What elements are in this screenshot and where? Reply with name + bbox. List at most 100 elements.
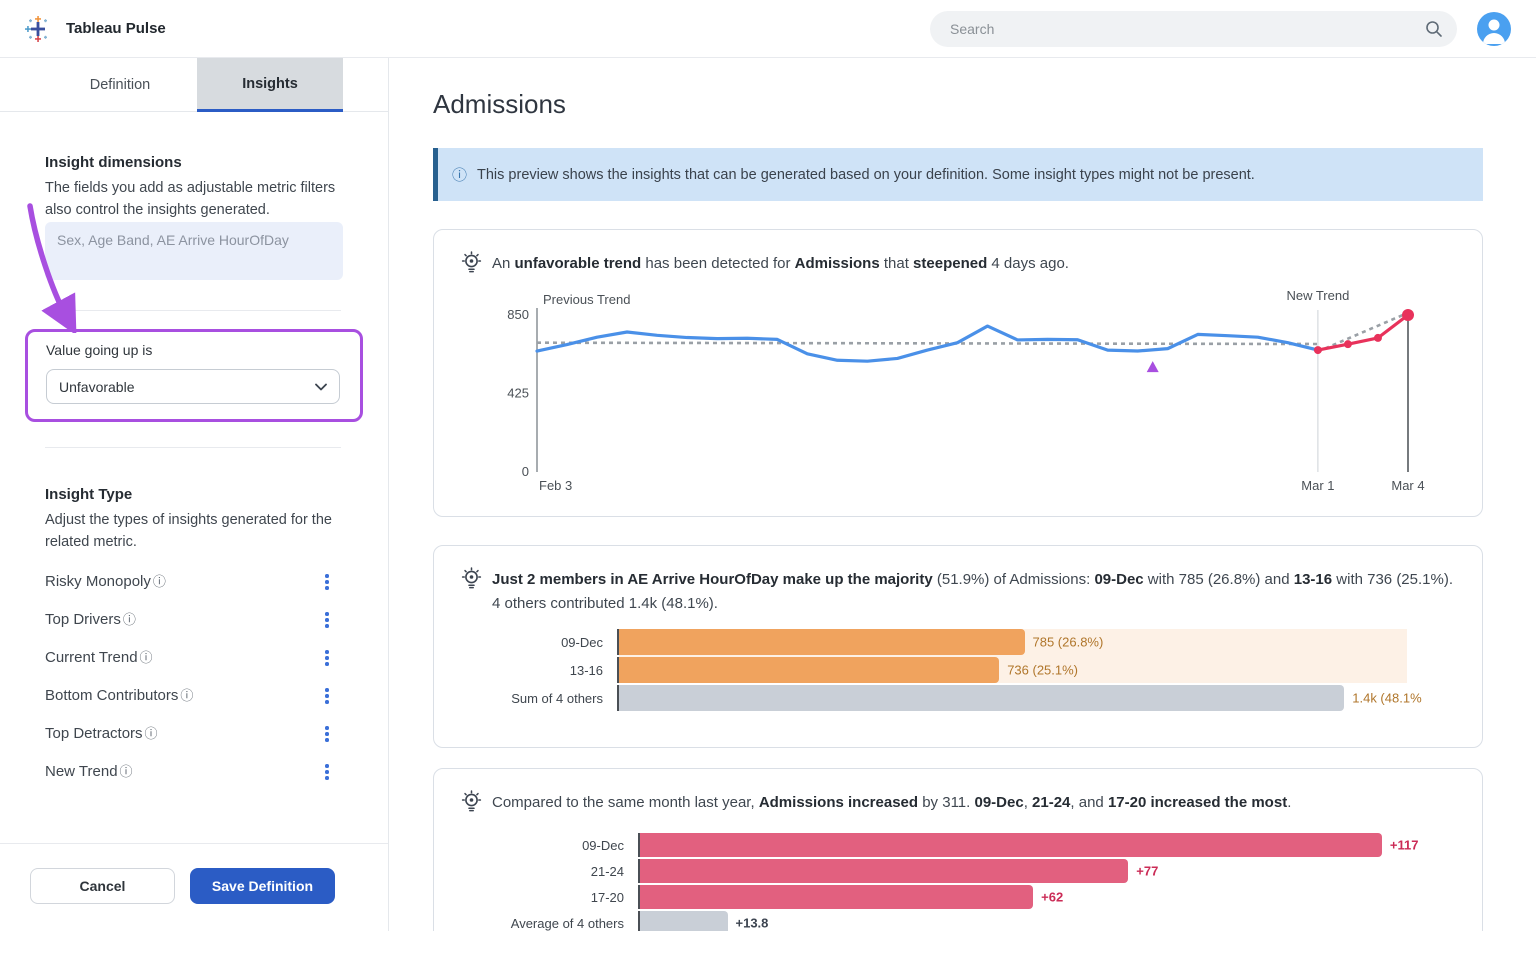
top-bar: Tableau Pulse [0, 0, 1536, 58]
insight-dimensions-description: The fields you add as adjustable metric … [45, 177, 347, 221]
bar-value-label: 785 (26.8%) [1033, 635, 1104, 650]
dimensions-field[interactable]: Sex, Age Band, AE Arrive HourOfDay [45, 222, 343, 280]
bar-value-label: 1.4k (48.1% [1352, 691, 1421, 706]
text-segment: Admissions [795, 255, 880, 272]
text-segment: steepened [913, 255, 987, 272]
text-segment: unfavorable trend [515, 255, 642, 272]
info-icon[interactable]: ⓘ [123, 612, 136, 627]
insight-type-row: Top Driversⓘ [0, 601, 388, 639]
bar[interactable] [640, 885, 1033, 909]
kebab-menu-icon[interactable] [318, 685, 336, 707]
text-segment: by 311. [918, 794, 974, 811]
bar-plot-area: +62 [638, 885, 1458, 909]
bar[interactable] [640, 833, 1382, 857]
cancel-button[interactable]: Cancel [30, 868, 175, 904]
text-segment: , [1024, 794, 1032, 811]
insight-type-label: Bottom Contributorsⓘ [45, 685, 193, 704]
info-icon[interactable]: ⓘ [140, 650, 153, 665]
bar-row: 21-24 +77 [461, 859, 1463, 883]
info-banner-text: This preview shows the insights that can… [477, 167, 1255, 183]
bar-plot-area: 1.4k (48.1% [617, 685, 1461, 711]
yoy-bar-chart: 09-Dec+11721-24+7717-20+62Average of 4 o… [461, 833, 1463, 935]
text-segment: 4 days ago. [987, 255, 1069, 272]
text-segment: Compared to the same month last year, [492, 794, 759, 811]
flag-marker-icon [1147, 361, 1159, 372]
x-axis-label: Mar 1 [1301, 478, 1334, 493]
app-title: Tableau Pulse [66, 20, 166, 37]
bar-value-label: +13.8 [736, 916, 769, 931]
bar-row: 13-16736 (25.1%) [461, 657, 1463, 683]
info-banner: ⓘ This preview shows the insights that c… [433, 148, 1483, 201]
bar-plot-area: 736 (25.1%) [617, 657, 1461, 683]
insight-type-label: Top Detractorsⓘ [45, 723, 158, 742]
search-bar[interactable] [930, 11, 1457, 47]
info-icon[interactable]: ⓘ [145, 726, 158, 741]
y-axis-tick: 425 [507, 386, 529, 401]
insight-text: Compared to the same month last year, Ad… [492, 791, 1454, 815]
bar-category-label: 17-20 [461, 890, 638, 905]
x-axis-label: Feb 3 [539, 478, 572, 493]
tab-definition[interactable]: Definition [45, 58, 195, 112]
bar-row: 17-20+62 [461, 885, 1463, 909]
bar-row: Sum of 4 others1.4k (48.1% [461, 685, 1463, 711]
bar-category-label: Average of 4 others [461, 916, 638, 931]
series-line [537, 326, 1318, 361]
insight-type-label: Top Driversⓘ [45, 609, 136, 628]
divider [45, 310, 341, 311]
insight-type-label: Current Trendⓘ [45, 647, 153, 666]
bar[interactable] [619, 629, 1025, 655]
text-segment: with 785 (26.8%) and [1144, 571, 1294, 588]
divider [45, 447, 341, 448]
insight-type-row: Current Trendⓘ [0, 639, 388, 677]
bar-row: 09-Dec 785 (26.8%) [461, 629, 1463, 655]
chevron-down-icon [315, 383, 327, 391]
bar-row: 09-Dec+117 [461, 833, 1463, 857]
bar-plot-area: 785 (26.8%) [617, 629, 1461, 655]
insight-type-row: Risky Monopolyⓘ [0, 563, 388, 601]
y-axis-tick: 0 [522, 464, 529, 479]
divider [0, 843, 388, 844]
bar[interactable] [619, 657, 999, 683]
info-icon[interactable]: ⓘ [180, 688, 193, 703]
value-direction-select[interactable]: Unfavorable [46, 369, 340, 404]
bar-category-label: 21-24 [461, 864, 638, 879]
search-icon[interactable] [1425, 20, 1443, 38]
sidebar-tabs: Definition Insights [0, 58, 388, 112]
previous-trend-label: Previous Trend [543, 292, 630, 307]
user-avatar[interactable] [1477, 12, 1511, 46]
tableau-logo-icon [24, 15, 52, 43]
bar-value-label: 736 (25.1%) [1007, 663, 1078, 678]
insight-text: Just 2 members in AE Arrive HourOfDay ma… [492, 568, 1454, 616]
text-segment: 17-20 increased the most [1108, 794, 1287, 811]
bar-value-label: +77 [1136, 864, 1158, 879]
new-trend-label: New Trend [1286, 288, 1349, 303]
y-axis-tick: 850 [507, 307, 529, 322]
save-definition-button[interactable]: Save Definition [190, 868, 335, 904]
text-segment: 13-16 [1294, 571, 1332, 588]
bar[interactable] [619, 685, 1344, 711]
text-segment: (51.9%) of Admissions: [933, 571, 1095, 588]
insight-card-trend: An unfavorable trend has been detected f… [433, 229, 1483, 517]
text-segment: An [492, 255, 515, 272]
majority-bar-chart: 09-Dec 785 (26.8%) 13-16736 (25.1%)Sum of … [461, 629, 1463, 711]
search-input[interactable] [950, 11, 1410, 47]
bar-category-label: 09-Dec [461, 635, 617, 650]
info-icon[interactable]: ⓘ [120, 764, 133, 779]
kebab-menu-icon[interactable] [318, 571, 336, 593]
insights-preview-pane: Admissions ⓘ This preview shows the insi… [389, 58, 1536, 961]
text-segment: . [1287, 794, 1291, 811]
text-segment: , and [1070, 794, 1108, 811]
kebab-menu-icon[interactable] [318, 647, 336, 669]
kebab-menu-icon[interactable] [318, 723, 336, 745]
insight-type-label: New Trendⓘ [45, 761, 133, 780]
text-segment: 09-Dec [974, 794, 1023, 811]
tab-insights[interactable]: Insights [197, 58, 343, 112]
x-axis-label: Mar 4 [1391, 478, 1424, 493]
viewport-cutoff [0, 931, 1536, 961]
text-segment: that [880, 255, 913, 272]
text-segment: Just 2 members in AE Arrive HourOfDay ma… [492, 571, 933, 588]
info-icon[interactable]: ⓘ [153, 574, 166, 589]
kebab-menu-icon[interactable] [318, 609, 336, 631]
bar[interactable] [640, 859, 1128, 883]
kebab-menu-icon[interactable] [318, 761, 336, 783]
